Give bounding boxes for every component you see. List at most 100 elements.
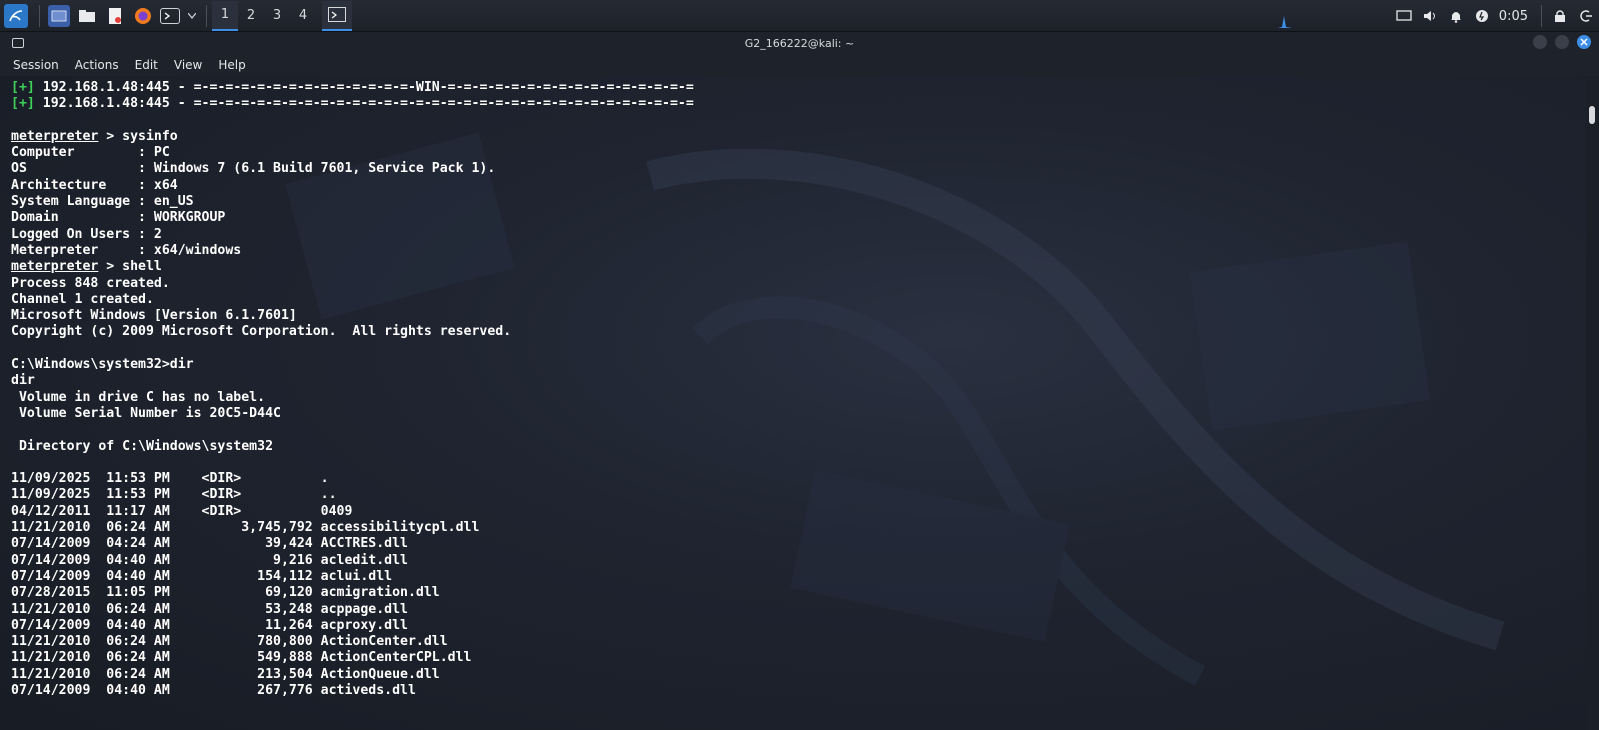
workspace-3[interactable]: 3 bbox=[264, 1, 290, 31]
terminal-line-text: 11/21/2010 06:24 AM 780,800 ActionCenter… bbox=[11, 634, 448, 650]
success-marker: [+] bbox=[11, 80, 35, 95]
terminal-line-text: Computer : PC bbox=[11, 145, 170, 161]
terminal-line-text: 11/21/2010 06:24 AM 3,745,792 accessibil… bbox=[11, 520, 480, 536]
terminal-line-text: Architecture : x64 bbox=[11, 177, 178, 193]
chevron-down-icon[interactable] bbox=[186, 5, 198, 27]
text-editor-icon[interactable] bbox=[104, 5, 126, 27]
terminal-line-text: Domain : WORKGROUP bbox=[11, 210, 226, 226]
terminal-line: 11/21/2010 06:24 AM 549,888 ActionCenter… bbox=[11, 650, 694, 666]
maximize-button[interactable] bbox=[1555, 35, 1569, 49]
terminal-line-text: Directory of C:\Windows\system32 bbox=[11, 438, 274, 454]
terminal-output[interactable]: [+] 192.168.1.48:445 - =-=-=-=-=-=-=-=-=… bbox=[0, 76, 1586, 730]
terminal-line: Microsoft Windows [Version 6.1.7601] bbox=[11, 308, 694, 324]
minimize-button[interactable] bbox=[1533, 35, 1547, 49]
firefox-icon[interactable] bbox=[132, 5, 154, 27]
terminal-line-text: 07/14/2009 04:40 AM 9,216 acledit.dll bbox=[11, 552, 408, 568]
desktop-icon[interactable] bbox=[48, 4, 70, 27]
terminal-line-text: 07/14/2009 04:40 AM 267,776 activeds.dll bbox=[11, 682, 416, 698]
terminal-line: Directory of C:\Windows\system32 bbox=[11, 439, 694, 455]
terminal-line: 11/21/2010 06:24 AM 780,800 ActionCenter… bbox=[11, 634, 694, 650]
terminal-line: 11/21/2010 06:24 AM 213,504 ActionQueue.… bbox=[11, 667, 694, 683]
terminal-line-text: Volume in drive C has no label. bbox=[11, 389, 266, 405]
display-icon[interactable] bbox=[1391, 3, 1417, 29]
terminal-line-text: Channel 1 created. bbox=[11, 291, 154, 307]
terminal-line: C:\Windows\system32>dir bbox=[11, 357, 694, 373]
workspace-4[interactable]: 4 bbox=[290, 1, 316, 31]
meterpreter-prompt: meterpreter bbox=[11, 259, 99, 275]
terminal-line-text: Process 848 created. bbox=[11, 275, 170, 291]
terminal-line: dir bbox=[11, 373, 694, 389]
file-manager-icon[interactable] bbox=[76, 5, 98, 27]
terminal-line-text: 07/14/2009 04:40 AM 11,264 acproxy.dll bbox=[11, 617, 408, 633]
terminal-line-text: C:\Windows\system32>dir bbox=[11, 357, 194, 373]
workspace-2[interactable]: 2 bbox=[238, 1, 264, 31]
terminal-line: Domain : WORKGROUP bbox=[11, 210, 694, 226]
terminal-line: 07/14/2009 04:40 AM 154,112 aclui.dll bbox=[11, 569, 694, 585]
terminal-line-text: 11/21/2010 06:24 AM 549,888 ActionCenter… bbox=[11, 650, 472, 666]
terminal-line: 11/21/2010 06:24 AM 3,745,792 accessibil… bbox=[11, 520, 694, 536]
terminal-line-text: Volume Serial Number is 20C5-D44C bbox=[11, 405, 281, 421]
terminal-line-text: Microsoft Windows [Version 6.1.7601] bbox=[11, 308, 297, 324]
terminal-line-text: 192.168.1.48:445 - =-=-=-=-=-=-=-=-=-=-=… bbox=[34, 96, 694, 112]
menu-session[interactable]: Session bbox=[10, 56, 62, 74]
terminal-line: Logged On Users : 2 bbox=[11, 227, 694, 243]
power-manager-icon[interactable] bbox=[1469, 3, 1495, 29]
terminal-icon bbox=[328, 7, 346, 22]
terminal-line-text: 11/21/2010 06:24 AM 213,504 ActionQueue.… bbox=[11, 666, 440, 682]
workspace-1[interactable]: 1 bbox=[212, 0, 238, 31]
window-titlebar[interactable]: G2_166222@kali: ~ bbox=[0, 32, 1599, 54]
terminal-scrollbar[interactable] bbox=[1586, 76, 1599, 730]
terminal-line: Volume in drive C has no label. bbox=[11, 390, 694, 406]
cpu-monitor-graph bbox=[1278, 16, 1348, 28]
close-icon bbox=[1580, 38, 1588, 46]
meterpreter-prompt: meterpreter bbox=[11, 128, 99, 144]
terminal-line-text: 192.168.1.48:445 - =-=-=-=-=-=-=-=-=-=-=… bbox=[34, 80, 694, 95]
terminal-line: Architecture : x64 bbox=[11, 178, 694, 194]
terminal-line-text: Meterpreter : x64/windows bbox=[11, 242, 242, 258]
terminal-line-text: 07/14/2009 04:40 AM 154,112 aclui.dll bbox=[11, 568, 393, 584]
lock-icon[interactable] bbox=[1547, 3, 1573, 29]
menu-help[interactable]: Help bbox=[215, 56, 248, 74]
terminal-line: Meterpreter : x64/windows bbox=[11, 243, 694, 259]
notification-bell-icon[interactable] bbox=[1443, 3, 1469, 29]
terminal-line: Channel 1 created. bbox=[11, 292, 694, 308]
logout-icon[interactable] bbox=[1573, 3, 1599, 29]
terminal-line-text: 07/14/2009 04:24 AM 39,424 ACCTRES.dll bbox=[11, 536, 408, 552]
terminal-line-text: Copyright (c) 2009 Microsoft Corporation… bbox=[11, 324, 512, 340]
terminal-line: [+] 192.168.1.48:445 - =-=-=-=-=-=-=-=-=… bbox=[11, 96, 694, 112]
menu-edit[interactable]: Edit bbox=[132, 56, 161, 74]
terminal-line: 04/12/2011 11:17 AM <DIR> 0409 bbox=[11, 504, 694, 520]
terminal-task-button[interactable] bbox=[322, 0, 352, 31]
terminal-line: Volume Serial Number is 20C5-D44C bbox=[11, 406, 694, 422]
terminal-line-text: 04/12/2011 11:17 AM <DIR> 0409 bbox=[11, 503, 353, 519]
clock[interactable]: 0:05 bbox=[1499, 9, 1528, 24]
terminal-line-text: 07/28/2015 11:05 PM 69,120 acmigration.d… bbox=[11, 585, 440, 601]
terminal-line: 07/14/2009 04:40 AM 11,264 acproxy.dll bbox=[11, 618, 694, 634]
menu-actions[interactable]: Actions bbox=[72, 56, 122, 74]
terminal-text: [+] 192.168.1.48:445 - =-=-=-=-=-=-=-=-=… bbox=[11, 80, 694, 699]
close-button[interactable] bbox=[1577, 35, 1591, 49]
terminal-line: 07/14/2009 04:24 AM 39,424 ACCTRES.dll bbox=[11, 536, 694, 552]
terminal-line: Process 848 created. bbox=[11, 276, 694, 292]
terminal-line: meterpreter > sysinfo bbox=[11, 129, 694, 145]
terminal-line-text: Logged On Users : 2 bbox=[11, 226, 162, 242]
kali-menu-icon[interactable] bbox=[4, 3, 28, 28]
terminal-line-text: 11/21/2010 06:24 AM 53,248 acppage.dll bbox=[11, 601, 408, 617]
terminal-line-text: OS : Windows 7 (6.1 Build 7601, Service … bbox=[11, 161, 496, 177]
terminal-line: meterpreter > shell bbox=[11, 259, 694, 275]
volume-icon[interactable] bbox=[1417, 3, 1443, 29]
terminal-line-text: 11/09/2025 11:53 PM <DIR> .. bbox=[11, 487, 337, 503]
terminal-window: G2_166222@kali: ~ Session Actions Edit V… bbox=[0, 32, 1599, 730]
terminal-line-text: 11/09/2025 11:53 PM <DIR> . bbox=[11, 471, 329, 487]
taskbar-separator bbox=[39, 4, 40, 27]
success-marker: [+] bbox=[11, 96, 35, 112]
terminal-launcher-icon[interactable] bbox=[160, 7, 180, 24]
terminal-line-text: > sysinfo bbox=[98, 128, 178, 144]
taskbar-separator bbox=[206, 4, 207, 27]
scrollbar-thumb[interactable] bbox=[1589, 106, 1595, 124]
menu-view[interactable]: View bbox=[171, 56, 205, 74]
terminal-line: Computer : PC bbox=[11, 145, 694, 161]
